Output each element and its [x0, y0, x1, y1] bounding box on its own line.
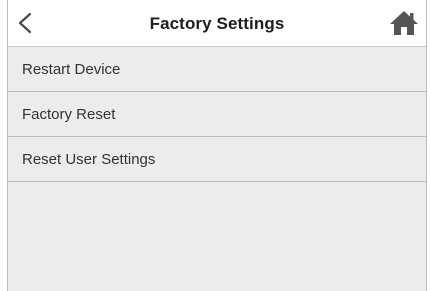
settings-menu: Restart Device Factory Reset Reset User …	[8, 47, 426, 182]
screen: Factory Settings Restart Device Factory …	[7, 0, 427, 291]
home-button[interactable]	[388, 8, 420, 38]
menu-item-restart-device[interactable]: Restart Device	[8, 47, 426, 92]
menu-item-factory-reset[interactable]: Factory Reset	[8, 92, 426, 137]
home-icon	[390, 11, 418, 35]
menu-item-reset-user-settings[interactable]: Reset User Settings	[8, 137, 426, 182]
header-bar: Factory Settings	[8, 0, 426, 47]
page-title: Factory Settings	[149, 14, 285, 33]
